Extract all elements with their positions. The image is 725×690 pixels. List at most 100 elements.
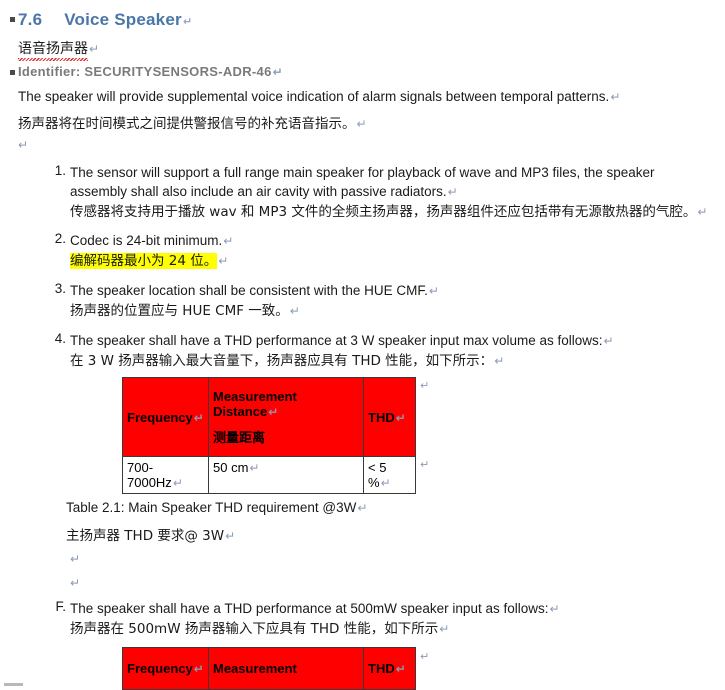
thd-requirement-table-500mw: Frequency↵ Measurement THD↵	[122, 647, 416, 690]
pilcrow-mark: ↵	[249, 461, 260, 475]
pilcrow-mark: ↵	[357, 501, 368, 515]
header-text: Measurement	[213, 388, 297, 404]
pilcrow-mark: ↵	[193, 410, 204, 425]
list-item-english-text: The speaker location shall be consistent…	[70, 283, 428, 298]
cell-text: 50 cm	[213, 460, 249, 475]
pilcrow-mark: ↵	[439, 622, 450, 636]
caption-text: Table 2.1: Main Speaker THD requirement …	[66, 500, 357, 515]
list-item: F. The speaker shall have a THD performa…	[44, 599, 724, 640]
empty-paragraph-mark: ↵	[18, 138, 29, 152]
pilcrow-mark: ↵	[447, 185, 458, 199]
list-item-chinese: 扬声器的位置应与 HUE CMF 一致。↵	[70, 301, 724, 322]
table-header-frequency: Frequency↵	[122, 647, 209, 690]
table-header-measurement-distance: Measurement Distance↵ 测量距离	[208, 377, 364, 457]
pilcrow-mark: ↵	[603, 334, 614, 348]
header-text: Frequency	[127, 409, 193, 425]
document-page: 7.6 Voice Speaker ↵ 语音扬声器 ↵ Identifier: SEC…	[0, 0, 725, 690]
pilcrow-mark: ↵	[289, 304, 300, 318]
list-item: 1. The sensor will support a full range …	[44, 163, 724, 223]
pilcrow-mark: ↵	[428, 284, 439, 298]
cell-frequency-value: 700-7000Hz↵	[122, 456, 209, 494]
caption-text: 主扬声器 THD 要求@ 3W	[66, 528, 225, 544]
header-text: THD	[368, 661, 395, 676]
pilcrow-mark: ↵	[272, 65, 283, 79]
square-bullet-icon	[10, 70, 15, 75]
row-end-mark: ↵	[420, 458, 430, 471]
list-item-english: The speaker shall have a THD performance…	[70, 331, 690, 351]
list-item-english-text: The speaker shall have a THD performance…	[70, 601, 549, 616]
list-item-marker: 1.	[54, 163, 66, 178]
list-item-marker: 4.	[54, 331, 66, 346]
thd-requirement-table-3w: Frequency↵ Measurement Distance↵ 测量距离 TH…	[122, 377, 416, 494]
pilcrow-mark: ↵	[494, 354, 505, 368]
heading-number: 7.6	[18, 10, 43, 29]
list-item: 2. Codec is 24-bit minimum.↵ 编解码器最小为 24 …	[44, 231, 724, 272]
row-end-mark: ↵	[420, 650, 430, 663]
identifier-line: Identifier: SECURITYSENSORS-ADR-46↵	[18, 64, 283, 79]
pilcrow-mark: ↵	[395, 410, 406, 425]
pilcrow-mark: ↵	[225, 529, 236, 543]
list-item-chinese-text: 在 3 W 扬声器输入最大音量下，扬声器应具有 THD 性能，如下所示：	[70, 353, 494, 369]
list-item-english-text: The speaker shall have a THD performance…	[70, 333, 603, 348]
list-item-english-text: Codec is 24-bit minimum.	[70, 233, 223, 248]
list-item-english: The sensor will support a full range mai…	[70, 163, 690, 202]
pilcrow-mark: ↵	[193, 662, 204, 676]
pilcrow-mark: ↵	[172, 476, 183, 490]
header-text: THD	[368, 409, 395, 425]
page-break-indicator	[4, 683, 23, 686]
table-header-row: Frequency↵ Measurement Distance↵ 测量距离 TH…	[122, 377, 416, 457]
pilcrow-mark: ↵	[356, 117, 367, 131]
pilcrow-mark: ↵	[395, 662, 406, 676]
page-title: Voice Speaker	[64, 10, 182, 29]
list-item-english: Codec is 24-bit minimum.↵	[70, 231, 690, 251]
table-caption-chinese: 主扬声器 THD 要求@ 3W↵	[66, 524, 235, 544]
intro-paragraph-english: The speaker will provide supplemental vo…	[18, 89, 620, 104]
list-item: 4. The speaker shall have a THD performa…	[44, 331, 724, 372]
list-item-english: The speaker location shall be consistent…	[70, 281, 690, 301]
chinese-heading-text: 语音扬声器	[18, 38, 88, 61]
pilcrow-mark: ↵	[549, 602, 560, 616]
cell-text: 700-7000Hz	[127, 460, 172, 490]
identifier-text: Identifier: SECURITYSENSORS-ADR-46	[18, 64, 272, 79]
list-item: 3. The speaker location shall be consist…	[44, 281, 724, 322]
intro-english-text: The speaker will provide supplemental vo…	[18, 89, 610, 104]
header-text: Frequency	[127, 661, 193, 676]
highlighted-text: 编解码器最小为 24 位。	[70, 253, 218, 269]
list-item-marker: F.	[55, 599, 66, 614]
header-line2-text: Distance	[213, 403, 268, 419]
square-bullet-icon	[10, 17, 15, 22]
pilcrow-mark: ↵	[89, 42, 100, 56]
list-item-chinese-text: 扬声器的位置应与 HUE CMF 一致。	[70, 303, 289, 319]
pilcrow-mark: ↵	[223, 234, 234, 248]
pilcrow-mark: ↵	[697, 205, 708, 219]
table-row: 700-7000Hz↵ 50 cm↵ < 5 %↵	[122, 456, 416, 494]
list-item-marker: 3.	[54, 281, 66, 296]
table-header-frequency: Frequency↵	[122, 377, 209, 457]
row-end-mark: ↵	[420, 379, 430, 392]
table-header-row: Frequency↵ Measurement THD↵	[122, 647, 416, 690]
intro-paragraph-chinese: 扬声器将在时间模式之间提供警报信号的补充语音指示。↵	[18, 112, 367, 132]
pilcrow-mark: ↵	[218, 254, 229, 268]
cell-distance-value: 50 cm↵	[208, 456, 364, 494]
list-item-chinese-text: 传感器将支持用于播放 wav 和 MP3 文件的全频主扬声器，扬声器组件还应包括…	[70, 204, 697, 220]
list-item-chinese: 扬声器在 500mW 扬声器输入下应具有 THD 性能，如下所示↵	[70, 619, 724, 640]
list-item-chinese-text: 扬声器在 500mW 扬声器输入下应具有 THD 性能，如下所示	[70, 621, 439, 637]
table-header-thd: THD↵	[363, 647, 416, 690]
list-item-marker: 2.	[54, 231, 66, 246]
table-header-measurement: Measurement	[208, 647, 364, 690]
intro-chinese-text: 扬声器将在时间模式之间提供警报信号的补充语音指示。	[18, 116, 356, 132]
pilcrow-mark: ↵	[610, 90, 621, 104]
pilcrow-mark: ↵	[182, 15, 193, 28]
empty-paragraph-mark: ↵	[70, 576, 81, 590]
pilcrow-mark: ↵	[268, 404, 279, 419]
pilcrow-mark: ↵	[380, 476, 391, 490]
list-item-chinese: 在 3 W 扬声器输入最大音量下，扬声器应具有 THD 性能，如下所示：↵	[70, 351, 724, 372]
cell-thd-value: < 5 %↵	[363, 456, 416, 494]
table-caption-english: Table 2.1: Main Speaker THD requirement …	[66, 500, 367, 515]
table-header-thd: THD↵	[363, 377, 416, 457]
empty-paragraph-mark: ↵	[70, 552, 81, 566]
list-item-english: The speaker shall have a THD performance…	[70, 599, 690, 619]
list-item-chinese: 传感器将支持用于播放 wav 和 MP3 文件的全频主扬声器，扬声器组件还应包括…	[70, 202, 724, 223]
list-item-english-text: The sensor will support a full range mai…	[70, 165, 655, 199]
header-text-chinese: 测量距离	[213, 430, 266, 446]
